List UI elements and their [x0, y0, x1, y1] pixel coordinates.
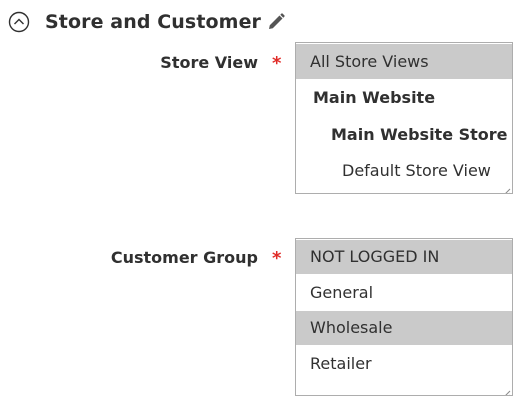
store-view-option-all-store-views[interactable]: All Store Views: [296, 44, 512, 79]
pencil-icon[interactable]: [266, 12, 286, 32]
customer-group-multiselect[interactable]: NOT LOGGED IN General Wholesale Retailer: [295, 238, 513, 396]
resize-grip-icon[interactable]: [501, 182, 511, 193]
section-header[interactable]: Store and Customer: [8, 8, 261, 36]
store-view-multiselect[interactable]: All Store Views Main Website Main Websit…: [295, 42, 513, 194]
store-view-option-default-store-view[interactable]: Default Store View: [296, 153, 512, 189]
store-view-required-mark: *: [272, 53, 282, 74]
collapse-chevron-icon[interactable]: [8, 11, 30, 33]
customer-group-option-general[interactable]: General: [296, 275, 512, 311]
customer-group-option-retailer[interactable]: Retailer: [296, 346, 512, 382]
customer-group-label: Customer Group: [110, 248, 258, 267]
store-view-option-main-website[interactable]: Main Website: [296, 80, 512, 116]
customer-group-option-wholesale[interactable]: Wholesale: [296, 311, 512, 345]
customer-group-option-not-logged-in[interactable]: NOT LOGGED IN: [296, 240, 512, 274]
store-view-label: Store View: [160, 53, 258, 72]
resize-grip-icon[interactable]: [501, 384, 511, 395]
section-title: Store and Customer: [45, 11, 262, 33]
store-view-option-main-website-store[interactable]: Main Website Store: [296, 117, 512, 153]
customer-group-required-mark: *: [272, 248, 282, 269]
